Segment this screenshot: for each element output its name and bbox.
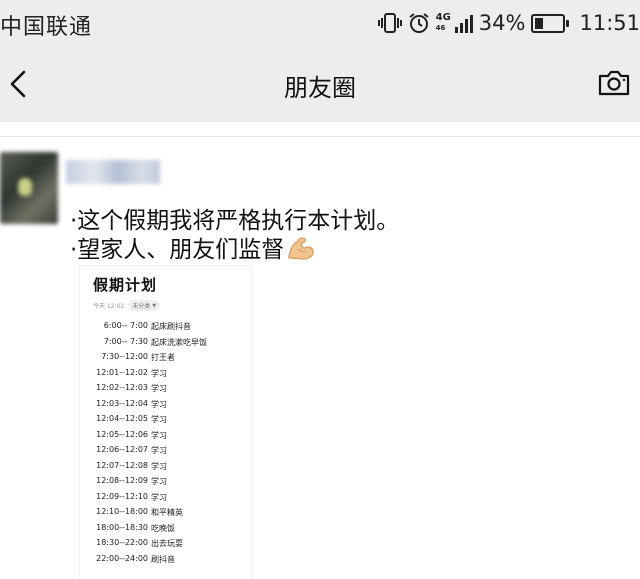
plan-row-time: 12:07--12:08 (96, 460, 148, 470)
plan-row-time: 12:04--12:05 (96, 414, 148, 423)
plan-row: 12:09--12:10 学习 (80, 492, 252, 506)
carrier-name: 中国联通 (0, 15, 93, 40)
vibrate-icon (377, 12, 402, 34)
plan-row: 7:30--12:00 打王者 (80, 352, 252, 366)
plan-row-task: 学习 (151, 461, 167, 471)
plan-row-time: 7:00-- 7:30 (103, 336, 148, 346)
plan-row: 12:06--12:07 学习 (80, 445, 252, 459)
alarm-icon (408, 12, 430, 34)
plan-row-task: 出去玩耍 (151, 539, 183, 548)
caret-down-icon: ▼ (152, 302, 157, 309)
page-title: 朋友圈 (284, 74, 356, 102)
plan-row-time: 12:09--12:10 (96, 491, 148, 501)
plan-row: 7:00-- 7:30 起床洗漱吃早饭 (80, 337, 252, 351)
plan-row-time: 12:05--12:06 (96, 429, 148, 439)
battery-percent: 34% (478, 11, 526, 35)
nav-bar: 朋友圈 (0, 46, 640, 122)
flexed-biceps-icon (286, 235, 316, 267)
post-text-line-2-text: ·望家人、朋友们监督 (70, 237, 285, 263)
network-type-label: 4G (435, 12, 451, 23)
plan-row-task: 学习 (151, 399, 167, 409)
plan-row-task: 学习 (151, 415, 167, 424)
plan-meta-date: 今天 12:02 (93, 303, 125, 310)
post-text-line-2: ·望家人、朋友们监督 (70, 230, 316, 267)
plan-row-task: 学习 (151, 384, 167, 393)
plan-row-task: 学习 (151, 446, 167, 455)
status-bar: 中国联通 4G 46 34% 11:51 (0, 0, 640, 46)
clock: 11:51 (579, 11, 640, 35)
plan-row-task: 打王者 (151, 353, 175, 362)
plan-meta-category: 未分类 (132, 303, 151, 310)
plan-row-time: 12:06--12:07 (96, 445, 148, 454)
plan-category-tag: 未分类 ▼ (128, 300, 161, 311)
plan-row: 12:01--12:02 学习 (80, 368, 252, 382)
network-sub-label: 46 (435, 24, 446, 32)
plan-row-time: 12:02--12:03 (96, 383, 148, 392)
plan-row-time: 6:00-- 7:00 (103, 321, 148, 330)
plan-row: 12:10--18:00 和平精英 (80, 507, 252, 521)
plan-row: 12:07--12:08 学习 (80, 461, 252, 475)
plan-meta: 今天 12:02 未分类 ▼ (93, 300, 161, 311)
plan-row-time: 12:01--12:02 (96, 367, 148, 377)
plan-row: 18:30--22:00 出去玩耍 (80, 538, 252, 552)
plan-row-time: 7:30--12:00 (101, 352, 148, 361)
status-icons: 4G 46 34% 11:51 (377, 8, 640, 38)
plan-row-time: 12:03--12:04 (96, 398, 148, 408)
plan-row-task: 刷抖音 (151, 554, 175, 564)
plan-row-task: 吃晚饭 (151, 523, 175, 533)
plan-row-task: 起床洗漱吃早饭 (151, 337, 207, 347)
network-type: 4G 46 (436, 13, 451, 33)
plan-row-time: 18:30--22:00 (96, 538, 148, 547)
plan-image-card[interactable]: 假期计划 今天 12:02 未分类 ▼ 6:00-- 7:00 起床刷抖音 7:00… (80, 266, 252, 579)
plan-row: 22:00--24:00 刷抖音 (80, 554, 252, 568)
plan-row: 12:08--12:09 学习 (80, 476, 252, 490)
plan-row: 6:00-- 7:00 起床刷抖音 (80, 321, 252, 335)
plan-row: 18:00--18:30 吃晚饭 (80, 523, 252, 537)
battery-fill (535, 17, 544, 29)
plan-row-time: 18:00--18:30 (96, 522, 148, 532)
plan-row-task: 起床刷抖音 (151, 322, 191, 331)
divider (0, 136, 640, 137)
plan-title: 假期计划 (93, 276, 158, 294)
signal-icon (454, 13, 473, 33)
plan-row-task: 学习 (151, 368, 167, 378)
plan-row-task: 学习 (151, 477, 167, 486)
plan-row: 12:03--12:04 学习 (80, 399, 252, 413)
plan-row-time: 22:00--24:00 (96, 553, 148, 563)
avatar[interactable] (0, 152, 58, 224)
battery-icon (531, 13, 570, 33)
plan-row-time: 12:10--18:00 (96, 507, 148, 516)
username-blurred[interactable] (66, 160, 160, 184)
plan-row: 12:05--12:06 学习 (80, 430, 252, 444)
plan-row: 12:04--12:05 学习 (80, 414, 252, 428)
plan-row-task: 和平精英 (151, 508, 183, 517)
plan-row-task: 学习 (151, 492, 167, 502)
camera-icon[interactable] (596, 68, 632, 98)
plan-row: 12:02--12:03 学习 (80, 383, 252, 397)
plan-row-time: 12:08--12:09 (96, 476, 148, 485)
plan-row-task: 学习 (151, 430, 167, 440)
